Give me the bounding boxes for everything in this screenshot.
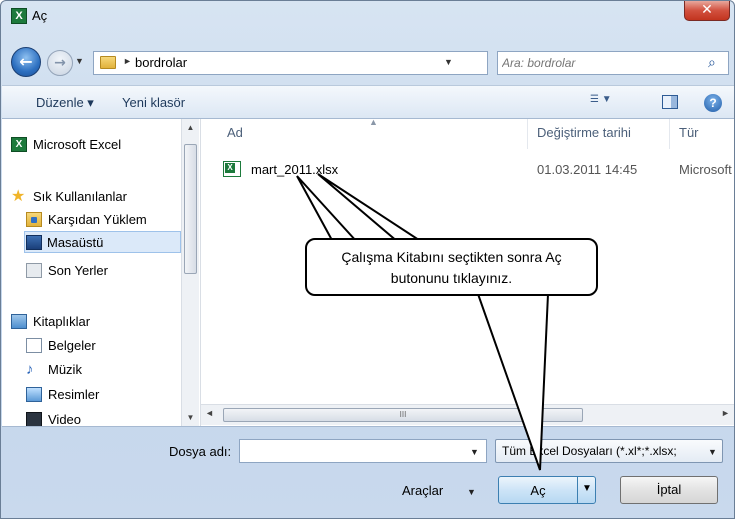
excel-icon: X [11, 137, 27, 152]
column-header-type[interactable]: Tür [679, 125, 699, 140]
sidebar-item-recent-places[interactable]: Son Yerler [26, 260, 181, 282]
address-bar[interactable]: ► bordrolar ▼ ⇄ [93, 51, 576, 75]
command-toolbar: Düzenle ▾ Yeni klasör ☰ ▼ ? [2, 85, 734, 119]
sidebar-item-favorites[interactable]: ★ Sık Kullanılanlar [11, 186, 176, 208]
sort-ascending-icon: ▲ [369, 119, 378, 127]
file-row[interactable]: mart_2011.xlsx 01.03.2011 14:45 Microsof… [223, 161, 734, 181]
sidebar-item-label: Karşıdan Yüklem [48, 212, 147, 227]
file-type-value: Tüm Excel Dosyaları (*.xl*;*.xlsx; [502, 444, 677, 458]
search-box[interactable]: ⌕ [497, 51, 729, 75]
sidebar-item-label: Microsoft Excel [33, 137, 122, 152]
sidebar-item-label: Müzik [48, 362, 82, 377]
search-input[interactable] [502, 54, 702, 72]
sidebar-item-label: Son Yerler [48, 263, 108, 278]
desktop-icon [26, 235, 42, 250]
sidebar-item-microsoft-excel[interactable]: X Microsoft Excel [11, 134, 176, 156]
callout-text-line1: Çalışma Kitabını seçtikten sonra Aç [341, 249, 562, 265]
window-title: Aç [32, 8, 48, 23]
scroll-left-icon[interactable]: ◄ [205, 408, 214, 418]
split-divider [577, 477, 578, 503]
documents-icon [26, 338, 42, 353]
column-divider[interactable] [527, 119, 528, 149]
preview-pane-icon[interactable] [662, 95, 678, 109]
view-options-icon[interactable]: ☰ ▼ [590, 94, 632, 112]
sidebar-item-label: Sık Kullanılanlar [33, 189, 127, 204]
video-icon [26, 412, 42, 426]
callout-text-line2: butonunu tıklayınız. [390, 270, 513, 286]
sidebar-item-libraries[interactable]: Kitaplıklar [11, 311, 176, 333]
file-type-dropdown-icon[interactable]: ▼ [708, 447, 717, 457]
navigation-pane: X Microsoft Excel ★ Sık Kullanılanlar Ka… [2, 119, 200, 426]
chevron-right-icon[interactable]: ► [123, 56, 132, 66]
filename-field[interactable]: ▼ [239, 439, 487, 463]
pictures-icon [26, 387, 42, 402]
scrollbar-thumb[interactable] [184, 144, 197, 274]
scroll-down-icon[interactable]: ▼ [182, 409, 199, 426]
sidebar-item-desktop[interactable]: Masaüstü [24, 231, 181, 253]
filename-label: Dosya adı: [169, 444, 232, 459]
downloads-folder-icon [26, 212, 42, 227]
forward-button[interactable]: → [47, 50, 73, 76]
tools-dropdown-icon[interactable]: ▼ [467, 487, 476, 497]
filename-dropdown-icon[interactable]: ▼ [470, 447, 479, 457]
sidebar-item-documents[interactable]: Belgeler [26, 335, 181, 357]
sidebar-item-label: Masaüstü [47, 235, 104, 250]
address-dropdown-icon[interactable]: ▼ [444, 57, 453, 67]
file-type: Microsoft [679, 162, 732, 177]
new-folder-button[interactable]: Yeni klasör [122, 95, 185, 110]
help-icon[interactable]: ? [704, 94, 722, 112]
filename-input[interactable] [240, 440, 460, 460]
organize-menu[interactable]: Düzenle ▾ [36, 95, 94, 111]
tools-menu[interactable]: Araçlar [402, 483, 443, 498]
sidebar-item-label: Belgeler [48, 338, 96, 353]
sidebar-item-label: Video [48, 412, 82, 426]
recent-pages-dropdown-icon[interactable]: ▼ [75, 56, 84, 66]
address-path[interactable]: bordrolar [135, 55, 187, 70]
instruction-callout: Çalışma Kitabını seçtikten sonra Aç buto… [305, 238, 598, 296]
horizontal-scrollbar[interactable]: ◄ III ► [201, 404, 734, 425]
open-button-label[interactable]: Aç [499, 483, 577, 498]
navigation-bar: ← → ▼ ► bordrolar ▼ ⇄ ⌕ [1, 45, 734, 81]
sidebar-item-label: Kitaplıklar [33, 314, 91, 329]
column-divider[interactable] [669, 119, 670, 149]
close-button[interactable]: ✕ [684, 1, 730, 21]
scroll-up-icon[interactable]: ▲ [182, 119, 199, 136]
search-icon[interactable]: ⌕ [708, 54, 716, 71]
music-icon: ♪ [26, 361, 34, 378]
recent-places-icon [26, 263, 42, 278]
sidebar-item-music[interactable]: ♪ Müzik [26, 359, 181, 381]
sidebar-scrollbar[interactable]: ▲ ▼ [181, 119, 199, 426]
file-name[interactable]: mart_2011.xlsx [251, 162, 338, 177]
sidebar-item-downloads[interactable]: Karşıdan Yüklem [26, 209, 181, 231]
title-bar: X Aç ✕ [1, 1, 734, 31]
scrollbar-thumb[interactable]: III [223, 408, 583, 422]
file-modified: 01.03.2011 14:45 [537, 162, 638, 177]
open-button[interactable]: Aç ▼ [498, 476, 596, 504]
back-button[interactable]: ← [11, 47, 41, 77]
open-options-dropdown-icon[interactable]: ▼ [582, 483, 592, 494]
excel-file-icon [223, 161, 241, 177]
star-icon: ★ [11, 188, 26, 205]
sidebar-item-pictures[interactable]: Resimler [26, 384, 181, 406]
column-header-modified[interactable]: Değiştirme tarihi [537, 125, 631, 140]
sidebar-item-video[interactable]: Video [26, 409, 181, 426]
libraries-icon [11, 314, 27, 329]
folder-icon [100, 56, 116, 69]
column-header-name[interactable]: Ad [227, 125, 243, 140]
cancel-button[interactable]: İptal [620, 476, 718, 504]
scroll-right-icon[interactable]: ► [721, 408, 730, 418]
excel-icon: X [11, 8, 27, 24]
sidebar-item-label: Resimler [48, 387, 100, 402]
file-type-select[interactable]: Tüm Excel Dosyaları (*.xl*;*.xlsx; ▼ [495, 439, 723, 463]
